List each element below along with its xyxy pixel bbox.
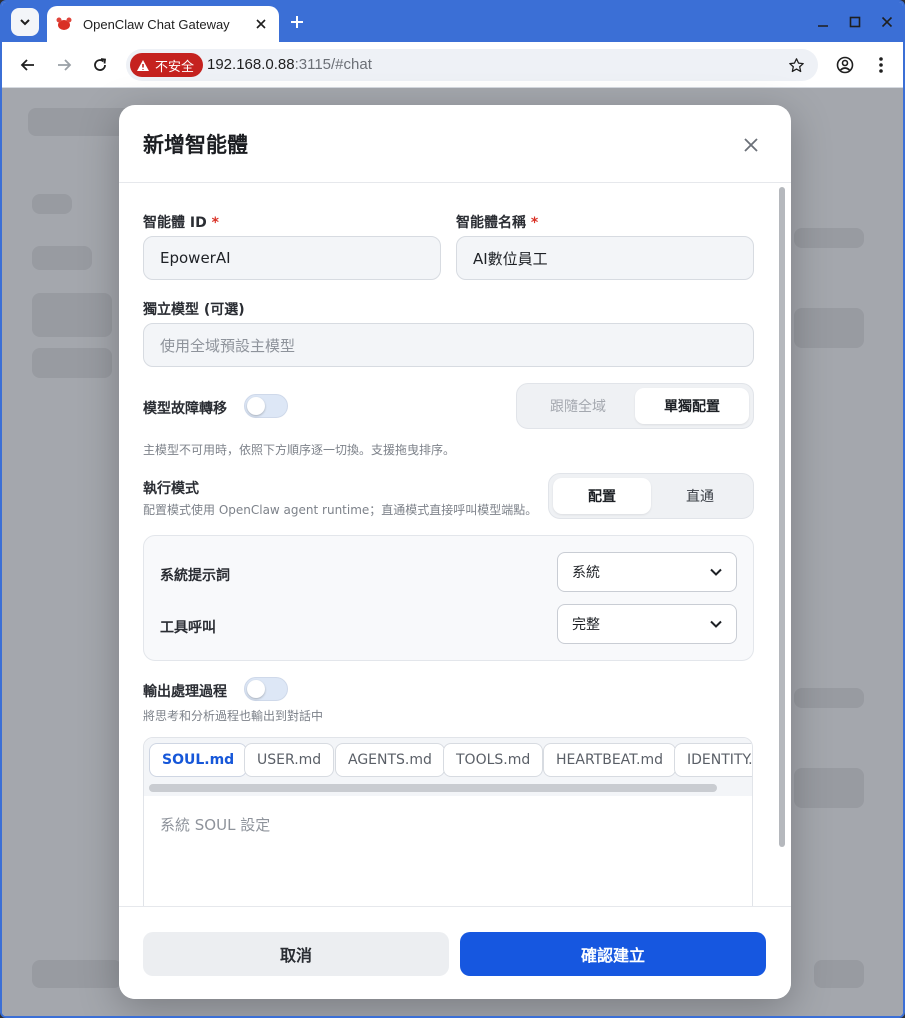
bg-panel bbox=[794, 228, 864, 248]
tabs-horizontal-scrollbar[interactable] bbox=[149, 784, 717, 792]
bg-nav-item bbox=[32, 348, 112, 378]
required-mark: * bbox=[211, 215, 219, 231]
new-tab-plus-icon[interactable] bbox=[286, 11, 308, 33]
bookmark-star-icon[interactable] bbox=[786, 55, 806, 75]
minimize-icon[interactable] bbox=[812, 11, 834, 33]
maximize-icon[interactable] bbox=[844, 11, 866, 33]
tool-call-value: 完整 bbox=[572, 617, 600, 633]
bg-nav-item bbox=[32, 293, 112, 337]
url-host: 192.168.0.88 bbox=[207, 56, 295, 73]
system-prompt-select[interactable]: 系統 bbox=[557, 552, 737, 592]
forward-arrow-icon[interactable] bbox=[53, 54, 75, 76]
close-icon[interactable] bbox=[739, 133, 763, 157]
file-tab-agents[interactable]: AGENTS.md bbox=[335, 743, 445, 777]
bg-nav-item bbox=[32, 194, 72, 214]
dialog-title: 新增智能體 bbox=[143, 133, 248, 157]
tool-call-label: 工具呼叫 bbox=[160, 620, 216, 636]
bg-nav-item bbox=[32, 246, 92, 270]
url-path: :3115/#chat bbox=[294, 56, 372, 73]
address-bar[interactable]: 不安全 192.168.0.88:3115/#chat bbox=[126, 49, 818, 81]
file-tab-heartbeat[interactable]: HEARTBEAT.md bbox=[543, 743, 677, 777]
confirm-create-button[interactable]: 確認建立 bbox=[460, 932, 766, 976]
config-card: 系統提示詞 系統 工具呼叫 完整 bbox=[143, 535, 754, 661]
model-label: 獨立模型 (可選) bbox=[143, 302, 245, 318]
output-process-label: 輸出處理過程 bbox=[143, 684, 227, 700]
exec-mode-label: 執行模式 bbox=[143, 481, 199, 497]
output-process-toggle[interactable] bbox=[244, 677, 288, 701]
agent-id-label-text: 智能體 ID bbox=[143, 215, 207, 231]
file-tabs-bar: SOUL.md USER.md AGENTS.md TOOLS.md HEART… bbox=[144, 738, 752, 796]
dialog-header: 新增智能體 bbox=[119, 105, 791, 183]
chevron-down-icon bbox=[20, 19, 30, 26]
tab-search-button[interactable] bbox=[11, 8, 39, 36]
bg-footer bbox=[814, 960, 864, 988]
agent-id-label: 智能體 ID * bbox=[143, 212, 219, 232]
failover-mode-switch: 跟隨全域 單獨配置 bbox=[516, 383, 754, 429]
bg-footer bbox=[32, 960, 122, 988]
file-editor: SOUL.md USER.md AGENTS.md TOOLS.md HEART… bbox=[143, 737, 753, 906]
exec-mode-hint: 配置模式使用 OpenClaw agent runtime；直通模式直接呼叫模型… bbox=[143, 503, 538, 517]
soul-editor-placeholder[interactable]: 系統 SOUL 設定 bbox=[160, 814, 270, 835]
profile-icon[interactable] bbox=[834, 54, 856, 76]
cancel-button[interactable]: 取消 bbox=[143, 932, 449, 976]
exec-direct-option[interactable]: 直通 bbox=[651, 478, 749, 514]
failover-hint: 主模型不可用時，依照下方順序逐一切換。支援拖曳排序。 bbox=[143, 443, 456, 457]
file-tab-identity[interactable]: IDENTITY.md bbox=[674, 743, 752, 777]
failover-toggle[interactable] bbox=[244, 394, 288, 418]
system-prompt-value: 系統 bbox=[572, 565, 600, 581]
tab-title: OpenClaw Chat Gateway bbox=[83, 16, 230, 32]
more-menu-icon[interactable] bbox=[870, 54, 892, 76]
toggle-knob bbox=[247, 680, 265, 698]
create-agent-dialog: 新增智能體 智能體 ID * EpowerAI 智能體名稱 * AI數位員工 獨… bbox=[119, 105, 791, 999]
lobster-favicon-icon bbox=[56, 17, 72, 30]
bg-panel bbox=[794, 768, 864, 808]
chevron-down-icon bbox=[710, 620, 722, 628]
tool-call-select[interactable]: 完整 bbox=[557, 604, 737, 644]
back-arrow-icon[interactable] bbox=[17, 54, 39, 76]
insecure-badge[interactable]: 不安全 bbox=[130, 53, 204, 77]
reload-icon[interactable] bbox=[89, 54, 111, 76]
file-tab-soul[interactable]: SOUL.md bbox=[149, 743, 248, 777]
dialog-body[interactable]: 智能體 ID * EpowerAI 智能體名稱 * AI數位員工 獨立模型 (可… bbox=[119, 183, 791, 906]
exec-mode-switch: 配置 直通 bbox=[548, 473, 754, 519]
agent-name-label-text: 智能體名稱 bbox=[456, 215, 526, 231]
bg-panel bbox=[794, 688, 864, 708]
browser-tab[interactable]: OpenClaw Chat Gateway bbox=[47, 6, 279, 42]
failover-custom-option[interactable]: 單獨配置 bbox=[635, 388, 749, 424]
bg-panel bbox=[794, 308, 864, 348]
agent-name-label: 智能體名稱 * bbox=[456, 212, 538, 232]
file-tab-tools[interactable]: TOOLS.md bbox=[443, 743, 544, 777]
system-prompt-label: 系統提示詞 bbox=[160, 568, 230, 584]
agent-id-input[interactable]: EpowerAI bbox=[143, 236, 441, 280]
insecure-label: 不安全 bbox=[155, 59, 195, 75]
tab-strip: OpenClaw Chat Gateway bbox=[2, 2, 903, 42]
failover-follow-global-option[interactable]: 跟隨全域 bbox=[521, 388, 635, 424]
url-text: 192.168.0.88:3115/#chat bbox=[207, 56, 372, 73]
output-process-hint: 將思考和分析過程也輸出到對話中 bbox=[143, 709, 324, 723]
dialog-footer: 取消 確認建立 bbox=[119, 906, 791, 999]
chevron-down-icon bbox=[710, 568, 722, 576]
agent-name-input[interactable]: AI數位員工 bbox=[456, 236, 754, 280]
browser-window: OpenClaw Chat Gateway 不安全 192.168.0.88:3… bbox=[0, 0, 905, 1018]
exec-config-option[interactable]: 配置 bbox=[553, 478, 651, 514]
window-close-icon[interactable] bbox=[876, 11, 898, 33]
browser-toolbar: 不安全 192.168.0.88:3115/#chat bbox=[2, 42, 903, 88]
model-input[interactable]: 使用全域預設主模型 bbox=[143, 323, 754, 367]
warning-triangle-icon bbox=[137, 59, 149, 71]
failover-label: 模型故障轉移 bbox=[143, 401, 227, 417]
dialog-vertical-scrollbar[interactable] bbox=[779, 187, 785, 847]
required-mark: * bbox=[530, 215, 539, 231]
tab-close-icon[interactable] bbox=[251, 14, 271, 34]
toggle-knob bbox=[247, 397, 265, 415]
file-tab-user[interactable]: USER.md bbox=[244, 743, 335, 777]
